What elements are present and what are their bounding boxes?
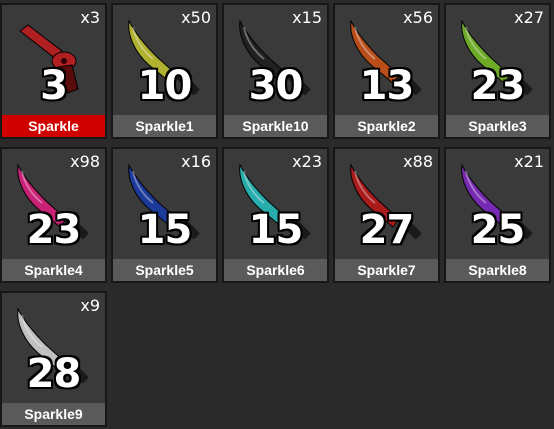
item-count: x16 (181, 152, 211, 171)
inventory-slot-sparkle6[interactable]: x23 15 Sparkle6 (222, 147, 329, 283)
inventory-slot-sparkle8[interactable]: x21 25 Sparkle8 (444, 147, 551, 283)
item-name-label: Sparkle1 (113, 115, 216, 137)
item-count: x9 (80, 296, 100, 315)
item-value: 23 (26, 207, 82, 253)
item-value: 3 (40, 63, 68, 109)
item-count: x98 (70, 152, 100, 171)
item-value: 10 (137, 63, 193, 109)
item-count: x27 (514, 8, 544, 27)
item-count: x56 (403, 8, 433, 27)
item-count: x21 (514, 152, 544, 171)
item-value: 15 (248, 207, 304, 253)
item-name-label: Sparkle8 (446, 259, 549, 281)
item-value: 23 (470, 63, 526, 109)
item-value: 30 (248, 63, 304, 109)
item-name-label: Sparkle (2, 115, 105, 137)
inventory-slot-sparkle5[interactable]: x16 15 Sparkle5 (111, 147, 218, 283)
item-count: x88 (403, 152, 433, 171)
item-name-label: Sparkle9 (2, 403, 105, 425)
item-count: x15 (292, 8, 322, 27)
item-value: 13 (359, 63, 415, 109)
item-name-label: Sparkle10 (224, 115, 327, 137)
item-name-label: Sparkle2 (335, 115, 438, 137)
item-name-label: Sparkle4 (2, 259, 105, 281)
inventory-slot-sparkle3[interactable]: x27 23 Sparkle3 (444, 3, 551, 139)
inventory-slot-sparkle9[interactable]: x9 28 Sparkle9 (0, 291, 107, 427)
inventory-grid: x3 3 Sparkle x50 10 Sparkle1 x15 30 Sparkle10 x56… (0, 0, 554, 429)
item-name-label: Sparkle3 (446, 115, 549, 137)
item-value: 27 (359, 207, 415, 253)
inventory-slot-sparkle4[interactable]: x98 23 Sparkle4 (0, 147, 107, 283)
item-name-label: Sparkle7 (335, 259, 438, 281)
inventory-slot-sparkle10[interactable]: x15 30 Sparkle10 (222, 3, 329, 139)
item-value: 15 (137, 207, 193, 253)
item-count: x3 (80, 8, 100, 27)
item-count: x50 (181, 8, 211, 27)
inventory-slot-sparkle1[interactable]: x50 10 Sparkle1 (111, 3, 218, 139)
item-name-label: Sparkle5 (113, 259, 216, 281)
inventory-slot-sparkle[interactable]: x3 3 Sparkle (0, 3, 107, 139)
item-count: x23 (292, 152, 322, 171)
item-value: 25 (470, 207, 526, 253)
item-name-label: Sparkle6 (224, 259, 327, 281)
inventory-slot-sparkle2[interactable]: x56 13 Sparkle2 (333, 3, 440, 139)
inventory-slot-sparkle7[interactable]: x88 27 Sparkle7 (333, 147, 440, 283)
item-value: 28 (26, 351, 82, 397)
